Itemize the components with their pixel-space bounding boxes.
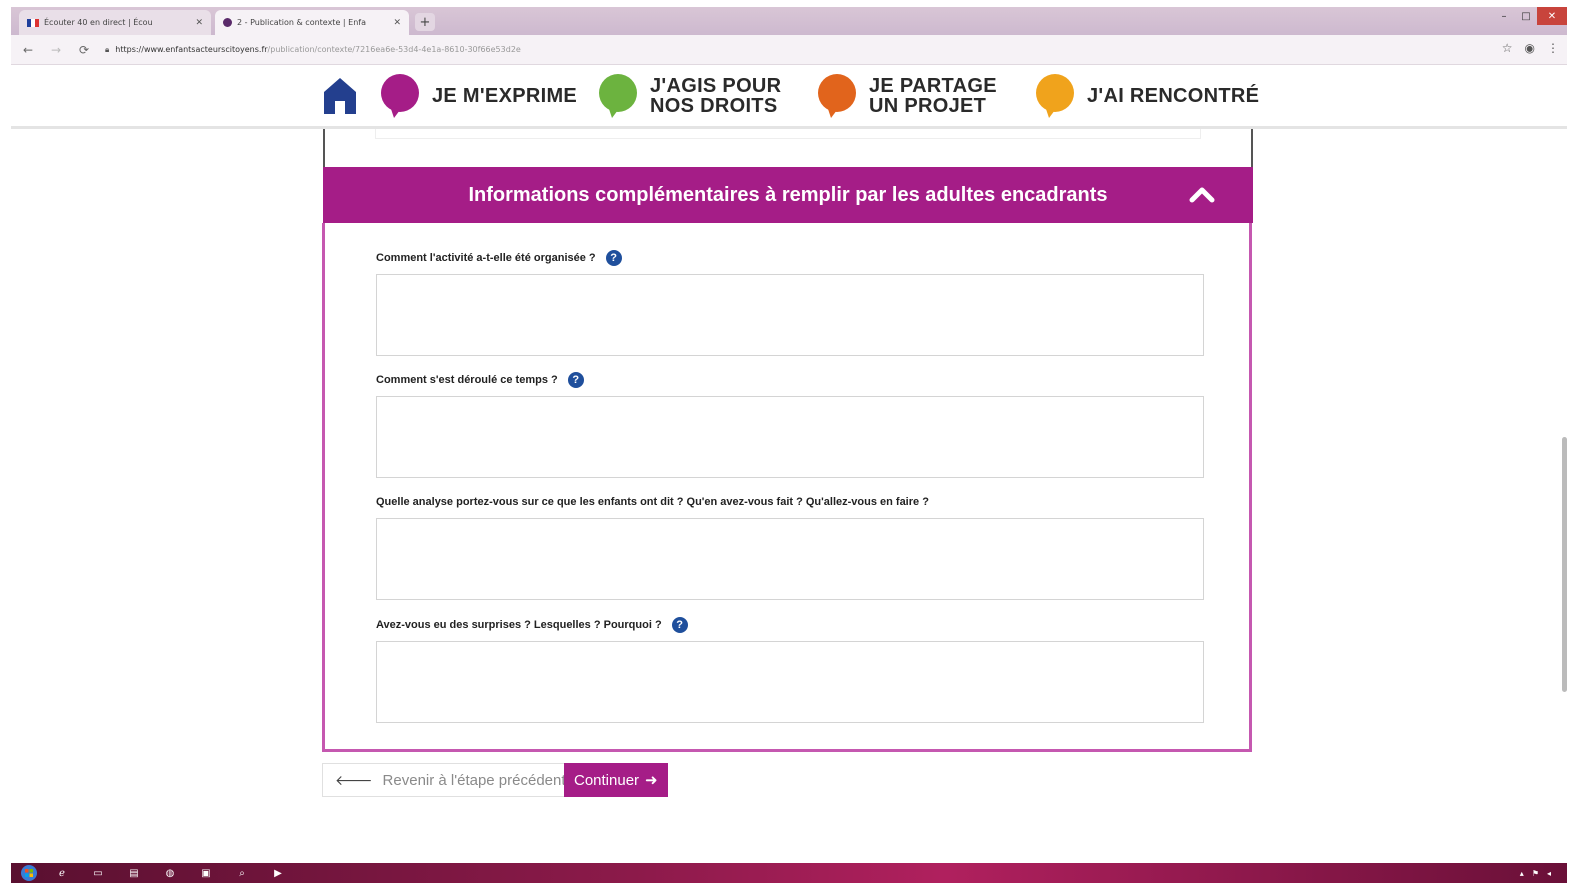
organisation-textarea[interactable] — [376, 274, 1204, 356]
nav-j-ai-rencontre[interactable]: J'AI RENCONTRÉ — [1035, 73, 1259, 119]
chrome-icon[interactable]: ◍ — [155, 865, 185, 881]
form-panel: Comment l'activité a-t-elle été organisé… — [322, 223, 1252, 752]
system-tray: ▴ ⚑ ◂ — [1520, 869, 1567, 878]
previous-section-edge — [323, 129, 1253, 167]
close-window-icon[interactable]: ✕ — [1537, 7, 1567, 25]
field-label: Comment s'est déroulé ce temps ? — [376, 374, 558, 386]
field-analyse: Quelle analyse portez-vous sur ce que le… — [376, 493, 1204, 600]
forward-arrow-icon[interactable]: → — [45, 39, 67, 61]
speech-bubble-icon — [818, 74, 856, 118]
volume-icon[interactable]: ◂ — [1547, 869, 1551, 878]
close-tab-icon[interactable]: ✕ — [393, 18, 401, 28]
folder-icon[interactable]: ▤ — [119, 865, 149, 881]
account-icon[interactable]: ◉ — [1525, 41, 1535, 55]
tab-title: Écouter 40 en direct | Écou — [44, 18, 153, 27]
continue-label: Continuer — [574, 771, 640, 789]
previous-textarea-edge — [375, 129, 1201, 139]
field-organisation: Comment l'activité a-t-elle été organisé… — [376, 249, 1204, 356]
bookmark-star-icon[interactable]: ☆ — [1502, 41, 1513, 55]
home-icon[interactable] — [323, 77, 357, 115]
speech-bubble-icon — [1036, 74, 1074, 118]
field-surprises: Avez-vous eu des surprises ? Lesquelles … — [376, 616, 1204, 723]
nav-label: J'AI RENCONTRÉ — [1087, 85, 1260, 107]
help-icon[interactable]: ? — [567, 372, 584, 388]
close-tab-icon[interactable]: ✕ — [195, 18, 203, 28]
continue-button[interactable]: Continuer ➜ — [564, 763, 668, 797]
site-header: JE M'EXPRIME J'AGIS POUR NOS DROITS JE P… — [11, 65, 1567, 129]
section-header[interactable]: Informations complémentaires à remplir p… — [323, 167, 1253, 223]
field-deroulement: Comment s'est déroulé ce temps ? ? — [376, 371, 1204, 478]
tab-publication[interactable]: 2 - Publication & contexte | Enfa ✕ — [215, 10, 409, 35]
flag-icon — [27, 18, 39, 27]
speech-bubble-icon — [381, 74, 419, 118]
os-taskbar: ℯ ▭ ▤ ◍ ▣ ⌕ ▶ ▴ ⚑ ◂ — [11, 863, 1567, 883]
field-label: Avez-vous eu des surprises ? Lesquelles … — [376, 619, 662, 631]
nav-j-agis-pour-nos-droits[interactable]: J'AGIS POUR NOS DROITS — [598, 73, 781, 119]
nav-label: JE M'EXPRIME — [432, 85, 578, 107]
app-icon[interactable]: ▣ — [191, 865, 221, 881]
chevron-up-icon[interactable] — [1189, 183, 1215, 205]
nav-label-line1: JE PARTAGE — [869, 75, 997, 97]
start-button-icon[interactable] — [11, 863, 47, 883]
menu-icon[interactable]: ⋮ — [1547, 41, 1559, 55]
media-icon[interactable]: ▶ — [263, 865, 293, 881]
surprises-textarea[interactable] — [376, 641, 1204, 723]
maximize-icon[interactable]: □ — [1515, 7, 1537, 25]
url-path: /publication/contexte/7216ea6e-53d4-4e1a… — [267, 45, 521, 54]
minimize-icon[interactable]: – — [1493, 7, 1515, 25]
help-icon[interactable]: ? — [605, 250, 622, 266]
explorer-icon[interactable]: ▭ — [83, 865, 113, 881]
tab-ecouter[interactable]: Écouter 40 en direct | Écou ✕ — [19, 10, 211, 35]
ie-icon[interactable]: ℯ — [47, 865, 77, 881]
new-tab-button[interactable]: + — [415, 13, 435, 31]
page-scrollbar[interactable] — [1562, 437, 1567, 692]
nav-label-line2: NOS DROITS — [650, 95, 778, 117]
nav-je-partage-un-projet[interactable]: JE PARTAGE UN PROJET — [817, 73, 997, 119]
field-label: Quelle analyse portez-vous sur ce que le… — [376, 496, 929, 508]
deroulement-textarea[interactable] — [376, 396, 1204, 478]
flag-icon[interactable]: ⚑ — [1532, 869, 1539, 878]
help-icon[interactable]: ? — [671, 617, 688, 633]
url-host: https://www.enfantsacteurscitoyens.fr — [115, 45, 268, 54]
arrow-right-icon: ➜ — [645, 772, 658, 789]
network-icon[interactable]: ▴ — [1520, 869, 1524, 878]
nav-label-line1: J'AGIS POUR — [650, 75, 782, 97]
address-bar[interactable]: 🔒︎ https://www.enfantsacteurscitoyens.fr… — [105, 45, 521, 55]
search-icon[interactable]: ⌕ — [227, 865, 257, 881]
browser-toolbar: ← → ⟳ 🔒︎ https://www.enfantsacteurscitoy… — [11, 35, 1567, 65]
window-controls: – □ ✕ — [1493, 7, 1567, 27]
arrow-left-icon: 🡐 — [335, 771, 373, 788]
previous-step-label: Revenir à l'étape précédente — [382, 771, 574, 789]
section-title: Informations complémentaires à remplir p… — [468, 183, 1108, 206]
previous-step-button[interactable]: 🡐 Revenir à l'étape précédente — [322, 763, 587, 797]
nav-label-line2: UN PROJET — [869, 95, 987, 117]
analyse-textarea[interactable] — [376, 518, 1204, 600]
speech-bubble-icon — [599, 74, 637, 118]
browser-window: Écouter 40 en direct | Écou ✕ 2 - Public… — [11, 7, 1567, 883]
tab-bar: Écouter 40 en direct | Écou ✕ 2 - Public… — [11, 7, 1567, 35]
tab-title: 2 - Publication & contexte | Enfa — [237, 18, 366, 27]
back-arrow-icon[interactable]: ← — [17, 39, 39, 61]
site-favicon-icon — [223, 18, 232, 27]
field-label: Comment l'activité a-t-elle été organisé… — [376, 252, 596, 264]
nav-je-m-exprime[interactable]: JE M'EXPRIME — [380, 73, 577, 119]
reload-icon[interactable]: ⟳ — [73, 39, 95, 61]
lock-icon: 🔒︎ — [105, 44, 110, 54]
